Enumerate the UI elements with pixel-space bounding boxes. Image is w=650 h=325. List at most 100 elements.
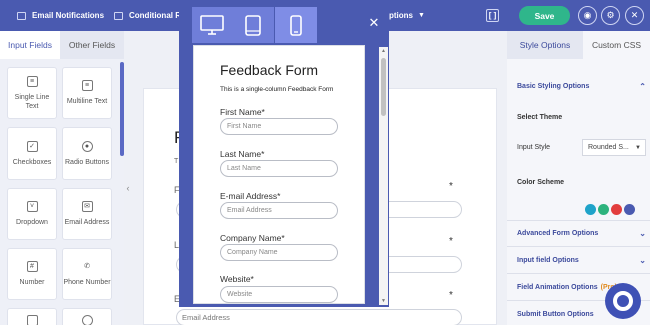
lifebuoy-icon	[613, 291, 633, 311]
scroll-up-arrow-icon[interactable]: ▲	[379, 47, 388, 55]
canvas-email-input[interactable]: Email Address	[176, 309, 462, 325]
field-dropdown[interactable]: ˅ Dropdown	[7, 188, 57, 240]
first-name-input[interactable]: First Name	[220, 118, 338, 135]
chevron-down-icon: ▼	[635, 144, 641, 151]
divider	[507, 220, 650, 221]
section-label: Submit Button Options	[517, 310, 594, 318]
basic-styling-options[interactable]: Basic Styling Options ⌃	[507, 76, 650, 96]
field-label: Number	[19, 279, 45, 286]
close-icon: ✕	[368, 15, 380, 30]
shortcode-button[interactable]: [ ]	[486, 9, 499, 22]
chevron-down-icon: ⌄	[639, 228, 646, 238]
section-label: Input field Options	[517, 256, 579, 264]
field-multiline-text[interactable]: ≡ Multiline Text	[62, 67, 112, 119]
divider	[507, 246, 650, 247]
input-style-label: Input Style	[517, 144, 551, 151]
tablet-view-button[interactable]	[232, 7, 274, 43]
field-label: Email Address	[64, 219, 110, 226]
field-time[interactable]	[62, 308, 112, 325]
preview-eye-button[interactable]: ◉	[578, 6, 597, 25]
tab-custom-css[interactable]: Custom CSS	[583, 31, 650, 59]
gear-icon: ⚙	[606, 10, 615, 20]
tab-conditional-rules[interactable]: Conditional R	[114, 0, 181, 31]
field-date[interactable]	[7, 308, 57, 325]
field-label: Dropdown	[16, 219, 48, 226]
desktop-icon	[200, 15, 224, 35]
field-label: Checkboxes	[12, 158, 52, 166]
desktop-view-button[interactable]	[192, 7, 232, 43]
clock-icon	[81, 314, 93, 325]
select-value: Rounded S...	[588, 144, 629, 151]
radio-icon: ●	[81, 140, 93, 152]
required-star: *	[449, 290, 453, 301]
tab-email-notifications-label: Email Notifications	[32, 11, 105, 20]
number-icon: #	[26, 261, 38, 272]
envelope-icon: ✉	[81, 201, 93, 212]
field-number[interactable]: # Number	[7, 248, 57, 300]
field-checkboxes[interactable]: ✓ Checkboxes	[7, 127, 57, 180]
section-label: Field Animation Options	[517, 283, 598, 291]
fields-scrollbar[interactable]	[120, 62, 124, 156]
chevron-up-icon: ⌃	[639, 81, 646, 91]
field-single-line-text[interactable]: ≡ Single Line Text	[7, 67, 57, 119]
color-swatch[interactable]	[611, 204, 622, 215]
company-name-label: Company Name*	[220, 233, 285, 243]
collapse-panel-button[interactable]: ‹	[123, 180, 133, 196]
save-button[interactable]: Save	[519, 6, 570, 25]
phone-icon: ✆	[84, 263, 90, 270]
mobile-icon	[290, 14, 302, 36]
chevron-down-icon: ▼	[418, 12, 425, 19]
dropdown-icon: ˅	[26, 201, 38, 212]
tab-conditional-rules-label: Conditional R	[129, 11, 181, 20]
close-icon: ✕	[630, 10, 639, 20]
checkbox-icon: ✓	[26, 140, 38, 152]
tab-options-label: ptions	[389, 11, 413, 20]
field-label: Radio Buttons	[65, 158, 109, 166]
tab-input-fields[interactable]: Input Fields	[0, 31, 60, 59]
input-field-options[interactable]: Input field Options ⌄	[507, 250, 650, 270]
last-name-input[interactable]: Last Name	[220, 160, 338, 177]
form-subtitle-fragment: T	[174, 158, 179, 165]
color-swatch[interactable]	[585, 204, 596, 215]
color-swatch[interactable]	[624, 204, 635, 215]
color-swatch[interactable]	[598, 204, 609, 215]
mobile-view-button[interactable]	[275, 7, 317, 43]
text-field-icon: ≡	[26, 75, 38, 87]
email-label: E-mail Address*	[220, 191, 281, 201]
preview-form-subtitle: This is a single-column Feedback Form	[220, 86, 334, 93]
tablet-icon	[245, 14, 261, 36]
field-label: Multiline Text	[66, 98, 108, 105]
scroll-down-arrow-icon[interactable]: ▼	[379, 297, 388, 305]
required-star: *	[449, 236, 453, 247]
field-radio-buttons[interactable]: ● Radio Buttons	[62, 127, 112, 180]
field-label: Phone Number	[63, 279, 111, 286]
field-email-address[interactable]: ✉ Email Address	[62, 188, 112, 240]
section-label: Advanced Form Options	[517, 229, 599, 237]
calendar-icon	[26, 314, 38, 325]
field-phone-number[interactable]: ✆ Phone Number	[62, 248, 112, 300]
input-style-select[interactable]: Rounded S... ▼	[582, 139, 646, 156]
preview-scroll-thumb[interactable]	[381, 58, 386, 116]
tab-other-fields[interactable]: Other Fields	[60, 31, 124, 59]
website-label: Website*	[220, 274, 254, 284]
preview-form-title: Feedback Form	[220, 62, 319, 78]
advanced-form-options[interactable]: Advanced Form Options ⌄	[507, 223, 650, 243]
close-preview-button[interactable]: ✕	[365, 14, 383, 32]
required-star: *	[449, 181, 453, 192]
close-editor-button[interactable]: ✕	[625, 6, 644, 25]
textarea-icon: ≡	[81, 80, 93, 91]
website-input[interactable]: Website	[220, 286, 338, 303]
chevron-left-icon: ‹	[126, 183, 130, 193]
last-name-label: Last Name*	[220, 149, 265, 159]
first-name-label: First Name*	[220, 107, 265, 117]
tab-email-notifications[interactable]: Email Notifications	[17, 0, 104, 31]
company-name-input[interactable]: Company Name	[220, 244, 338, 261]
email-input[interactable]: Email Address	[220, 202, 338, 219]
mail-icon	[17, 11, 26, 20]
settings-button[interactable]: ⚙	[601, 6, 620, 25]
eye-icon: ◉	[583, 10, 592, 20]
help-button[interactable]	[605, 283, 641, 319]
section-label: Basic Styling Options	[517, 82, 590, 90]
tab-style-options[interactable]: Style Options	[507, 31, 583, 59]
tab-options[interactable]: ptions ▼	[389, 0, 425, 31]
